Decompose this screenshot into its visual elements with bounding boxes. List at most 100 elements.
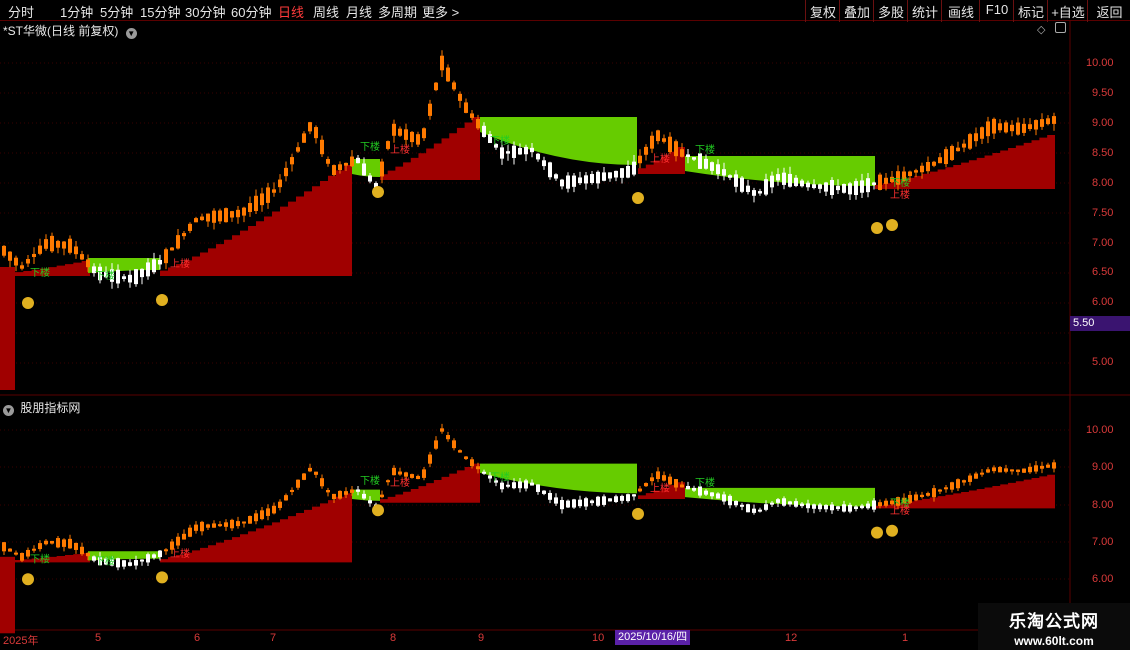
candle-body [836, 185, 840, 191]
candle-body [650, 135, 654, 149]
diamond-icon[interactable]: ◇ [1037, 23, 1045, 36]
date-tick: 7 [270, 632, 277, 644]
candle-body [1022, 123, 1026, 133]
back-button[interactable]: 返回 [1087, 0, 1130, 22]
chevron-down-icon[interactable]: ▼ [3, 405, 14, 416]
candle-body [608, 498, 612, 502]
candle-body [656, 471, 660, 480]
candle-body [290, 489, 294, 492]
kline-chart[interactable]: 下楼 下楼下楼下楼下楼下楼上楼上楼上楼上楼 下楼 下楼下楼 下楼下楼下楼上楼上楼上楼上… [0, 20, 1130, 650]
tab-daily[interactable]: 日线 [278, 2, 304, 21]
candle-body [140, 559, 144, 562]
candle-body [800, 180, 804, 187]
statistics-button[interactable]: 统计 [907, 0, 942, 22]
adjust-button[interactable]: 复权 [805, 0, 840, 22]
candle-body [188, 527, 192, 537]
candle-body [260, 193, 264, 206]
current-price-tag: 5.50 [1070, 316, 1130, 331]
tab-monthly[interactable]: 月线 [346, 2, 372, 21]
candle-body [140, 268, 144, 278]
tab-5min[interactable]: 5分钟 [100, 2, 133, 21]
candle-body [770, 175, 774, 188]
candle-body [416, 134, 420, 145]
candle-body [608, 172, 612, 179]
tab-more[interactable]: 更多 > [422, 2, 459, 21]
candle-body [332, 165, 336, 175]
multi-stock-button[interactable]: 多股 [873, 0, 908, 22]
logo-title: 乐淘公式网 [1009, 612, 1099, 631]
logo-url: www.60lt.com [1014, 634, 1094, 648]
period-toolbar: 分时 1分钟 5分钟 15分钟 30分钟 60分钟 日线 周线 月线 多周期 更… [0, 0, 1130, 22]
tab-60min[interactable]: 60分钟 [231, 2, 271, 21]
candle-body [62, 539, 66, 547]
candle-body [524, 480, 528, 489]
candle-body [326, 489, 330, 493]
signal-label: 上楼 [650, 152, 670, 165]
candle-body [800, 503, 804, 507]
candle-body [458, 450, 462, 453]
candle-body [308, 122, 312, 132]
candle-body [398, 128, 402, 136]
money-bag-icon [632, 192, 644, 204]
candle-body [842, 184, 846, 193]
candle-body [32, 253, 36, 258]
candle-body [38, 245, 42, 254]
signal-label: 上楼 [170, 547, 190, 560]
candle-body [620, 495, 624, 501]
signal-label: 下楼 [890, 176, 910, 189]
tab-15min[interactable]: 15分钟 [140, 2, 180, 21]
candle-body [554, 497, 558, 504]
chevron-down-icon[interactable]: ▼ [125, 28, 137, 39]
axis-tick: 7.50 [1092, 207, 1114, 219]
mark-button[interactable]: 标记 [1013, 0, 1048, 22]
candle-body [8, 548, 12, 552]
candle-body [620, 168, 624, 178]
candle-body [458, 93, 462, 101]
candle-body [872, 182, 876, 185]
candle-body [974, 473, 978, 479]
candle-body [854, 181, 858, 195]
tab-multi-period[interactable]: 多周期 [378, 2, 417, 21]
candle-body [512, 482, 516, 489]
signal-label: 下楼 [490, 134, 510, 147]
candle-body [590, 500, 594, 504]
tab-1min[interactable]: 1分钟 [60, 2, 93, 21]
candle-body [428, 454, 432, 464]
candle-body [320, 478, 324, 487]
tab-30min[interactable]: 30分钟 [185, 2, 225, 21]
candle-body [68, 238, 72, 253]
tab-intraday[interactable]: 分时 [8, 2, 34, 21]
candle-body [284, 167, 288, 177]
candle-body [338, 490, 342, 499]
axis-tick: 9.00 [1092, 117, 1114, 129]
signal-label: 下楼 [30, 266, 50, 279]
candle-body [848, 504, 852, 512]
signal-label: 上楼 [890, 188, 910, 201]
candle-body [272, 505, 276, 514]
candle-body [1040, 119, 1044, 127]
date-tick: 6 [194, 632, 201, 644]
candle-body [602, 496, 606, 505]
candle-body [716, 493, 720, 499]
candle-body [446, 67, 450, 82]
candle-body [1052, 116, 1056, 124]
candle-body [878, 174, 882, 190]
add-watchlist-button[interactable]: +自选 [1047, 0, 1088, 22]
candle-body [1028, 124, 1032, 130]
candle-body [356, 489, 360, 492]
candle-body [776, 499, 780, 503]
draw-line-button[interactable]: 画线 [941, 0, 980, 22]
tab-weekly[interactable]: 周线 [313, 2, 339, 21]
candle-body [746, 185, 750, 192]
maximize-icon[interactable] [1055, 22, 1066, 33]
candle-body [872, 500, 876, 510]
candle-body [566, 500, 570, 508]
overlay-button[interactable]: 叠加 [839, 0, 874, 22]
candle-body [68, 538, 72, 549]
candle-body [1022, 468, 1026, 473]
candle-body [50, 235, 54, 252]
candle-body [308, 467, 312, 472]
f10-button[interactable]: F10 [979, 0, 1014, 22]
signal-label: 下楼 [360, 474, 380, 487]
candle-body [950, 482, 954, 490]
